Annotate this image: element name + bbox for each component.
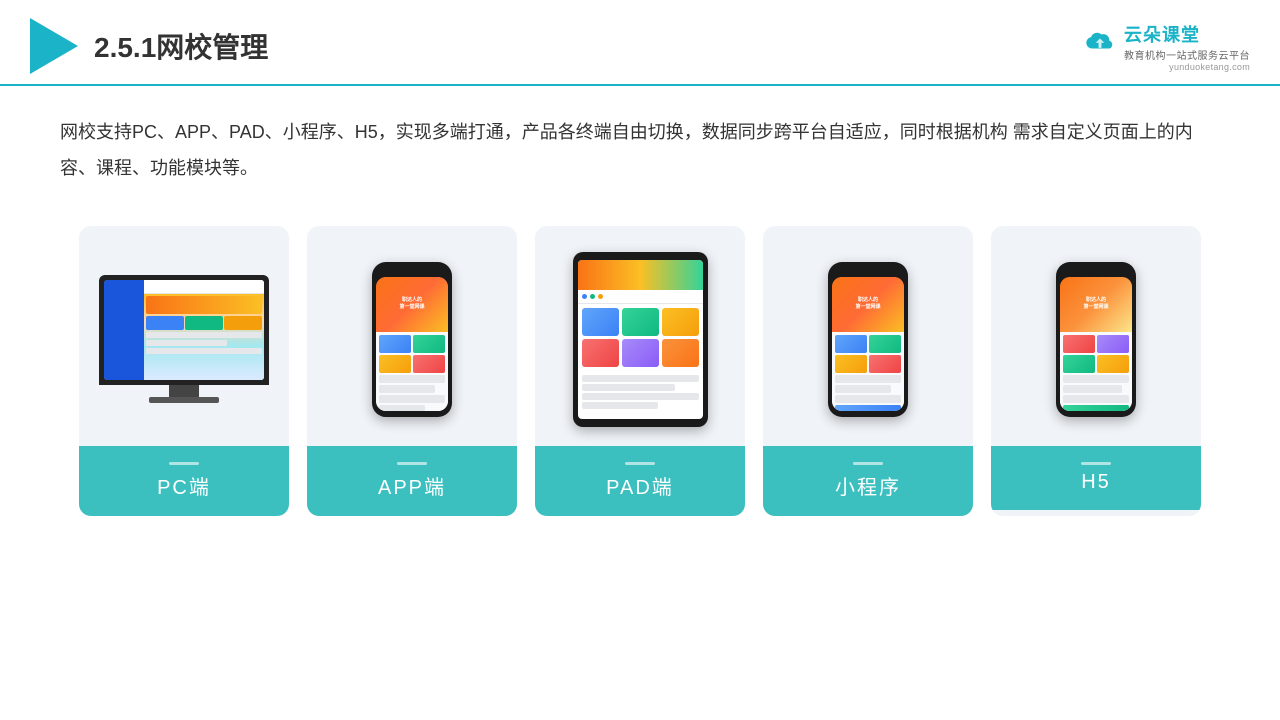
card-pad-image [535,226,745,446]
cloud-icon [1082,23,1118,59]
card-h5-label: H5 [991,446,1201,510]
card-pad-label: PAD端 [535,446,745,516]
brand-top: 云朵课堂 教育机构一站式服务云平台 [1082,21,1250,62]
card-pc-label: PC端 [79,446,289,516]
phone-app-icon: 职达人的第一堂网课 [372,262,452,417]
card-app: 职达人的第一堂网课 [307,226,517,516]
brand-url: yunduoketang.com [1169,62,1250,72]
logo-triangle-icon [30,18,78,74]
card-app-image: 职达人的第一堂网课 [307,226,517,446]
card-miniprogram-label: 小程序 [763,446,973,516]
card-miniprogram-image: 职达人的第一堂网课 [763,226,973,446]
page-title: 2.5.1网校管理 [94,26,268,66]
brand-name: 云朵课堂 [1124,21,1200,47]
pc-monitor-icon [99,275,269,403]
card-pc-image [79,226,289,446]
card-h5-image: 职达人的第一堂网课 [991,226,1201,446]
card-pc: PC端 [79,226,289,516]
cards-section: PC端 职达人的第一堂网课 [0,196,1280,546]
brand-text: 云朵课堂 教育机构一站式服务云平台 [1124,21,1250,62]
page-header: 2.5.1网校管理 云朵课堂 教育机构一站式服务云平台 yunduoketang… [0,0,1280,86]
card-miniprogram: 职达人的第一堂网课 [763,226,973,516]
brand-logo: 云朵课堂 教育机构一站式服务云平台 yunduoketang.com [1082,21,1250,72]
description-content: 网校支持PC、APP、PAD、小程序、H5，实现多端打通，产品各终端自由切换，数… [60,122,1193,178]
phone-miniprogram-icon: 职达人的第一堂网课 [828,262,908,417]
description-text: 网校支持PC、APP、PAD、小程序、H5，实现多端打通，产品各终端自由切换，数… [0,86,1280,196]
card-app-label: APP端 [307,446,517,516]
card-pad: PAD端 [535,226,745,516]
phone-h5-icon: 职达人的第一堂网课 [1056,262,1136,417]
brand-tagline: 教育机构一站式服务云平台 [1124,47,1250,62]
header-left: 2.5.1网校管理 [30,18,268,74]
tablet-pad-icon [573,252,708,427]
card-h5: 职达人的第一堂网课 [991,226,1201,516]
